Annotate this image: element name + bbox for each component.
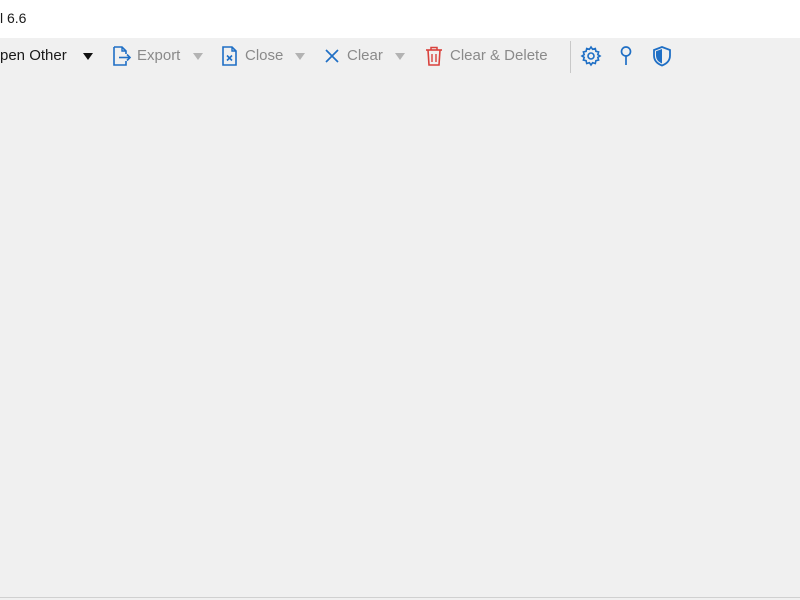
toolbar: pen Other Export Close Clear Clear & Del…: [0, 38, 800, 74]
clear-label: Clear: [347, 47, 383, 64]
open-other-button[interactable]: pen Other: [0, 38, 67, 74]
clear-delete-label: Clear & Delete: [450, 47, 548, 64]
open-other-dropdown[interactable]: [83, 38, 93, 74]
settings-button[interactable]: [580, 38, 602, 74]
clear-dropdown[interactable]: [395, 38, 405, 74]
toolbar-separator: [570, 41, 571, 73]
chevron-down-icon: [83, 52, 93, 60]
title-bar: l 6.6: [0, 0, 800, 38]
open-other-label: pen Other: [0, 47, 67, 64]
status-divider: [0, 597, 800, 598]
clear-delete-button[interactable]: Clear & Delete: [424, 38, 548, 74]
gear-icon: [580, 45, 602, 67]
pin-button[interactable]: [617, 38, 635, 74]
export-dropdown[interactable]: [193, 38, 203, 74]
close-label: Close: [245, 47, 284, 64]
pin-icon: [617, 45, 635, 67]
clear-button[interactable]: Clear: [323, 38, 383, 74]
shield-icon: [651, 45, 673, 67]
export-button[interactable]: Export: [110, 38, 180, 74]
window-title: l 6.6: [0, 10, 27, 26]
close-button[interactable]: Close: [220, 38, 283, 74]
chevron-down-icon: [395, 52, 405, 60]
export-icon: [110, 45, 132, 67]
shield-button[interactable]: [651, 38, 673, 74]
app-window: l 6.6 pen Other Export Close Clear Clear…: [0, 0, 800, 600]
trash-icon: [424, 45, 444, 67]
export-label: Export: [137, 47, 181, 64]
chevron-down-icon: [295, 52, 305, 60]
chevron-down-icon: [193, 52, 203, 60]
close-dropdown[interactable]: [295, 38, 305, 74]
clear-x-icon: [323, 47, 341, 65]
close-file-icon: [220, 45, 240, 67]
